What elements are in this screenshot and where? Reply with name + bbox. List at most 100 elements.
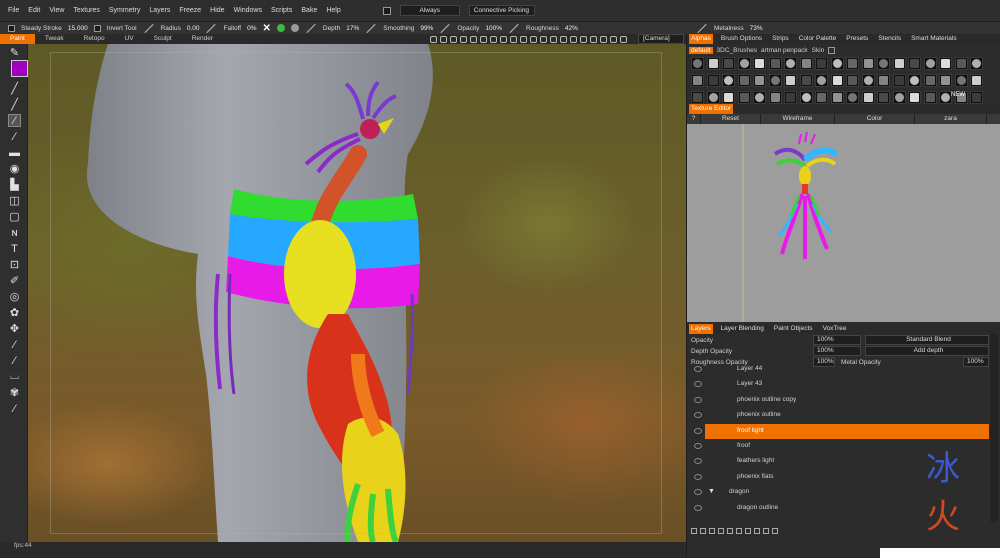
gray-sphere-icon[interactable]: [290, 24, 299, 32]
play-icon[interactable]: [620, 35, 627, 43]
alpha-brush-cell[interactable]: [784, 57, 797, 70]
close-x-icon[interactable]: ✕: [262, 23, 270, 34]
layer-opacity-value[interactable]: 100%: [813, 335, 861, 345]
layer-visibility-eye-icon[interactable]: [694, 427, 702, 434]
pencil-tool-icon[interactable]: ✎: [8, 46, 21, 59]
shape-tool-icon[interactable]: ✥: [8, 322, 21, 335]
alpha-brush-cell[interactable]: [830, 57, 844, 70]
stamp-tool-icon[interactable]: ▙: [8, 178, 21, 191]
globe-icon[interactable]: [610, 35, 617, 43]
menu-windows[interactable]: Windows: [234, 7, 262, 14]
alpha-brush-cell[interactable]: [753, 74, 766, 87]
blur-layer-icon[interactable]: [763, 528, 769, 534]
menu-edit[interactable]: Edit: [28, 7, 40, 14]
green-sphere-icon[interactable]: [276, 24, 285, 32]
tab-alphas[interactable]: Alphas: [689, 34, 713, 44]
transform-tool-icon[interactable]: ⊡: [8, 258, 21, 271]
camera-combo[interactable]: [Camera]: [638, 34, 684, 44]
alpha-brush-cell[interactable]: [892, 91, 906, 104]
ruler-tool-icon[interactable]: ⌴: [8, 370, 21, 383]
menu-layers[interactable]: Layers: [149, 7, 170, 14]
help-button[interactable]: ?: [687, 114, 701, 124]
reset-button[interactable]: Reset: [701, 114, 761, 124]
tab-presets[interactable]: Presets: [844, 34, 870, 44]
folder-icon[interactable]: [828, 46, 836, 54]
alpha-brush-cell[interactable]: [846, 91, 859, 104]
always-combo[interactable]: Always: [399, 5, 460, 16]
alpha-brush-cell[interactable]: [830, 74, 844, 87]
grid-icon[interactable]: [520, 35, 527, 43]
alpha-brush-cell[interactable]: [753, 57, 766, 70]
tab-tweak[interactable]: Tweak: [35, 34, 74, 44]
always-checkbox[interactable]: [382, 6, 391, 15]
alpha-brush-cell[interactable]: [753, 91, 766, 104]
alpha-brush-cell[interactable]: [861, 57, 875, 70]
alpha-brush-cell[interactable]: [892, 57, 906, 70]
layer-row[interactable]: Layer 44: [687, 362, 989, 377]
layer-row[interactable]: phoenix outline: [687, 408, 989, 423]
light-icon[interactable]: [590, 35, 597, 43]
falloff-value[interactable]: 0%: [247, 25, 256, 32]
steady-stroke-checkbox[interactable]: [8, 24, 15, 32]
invert-layer-icon[interactable]: [754, 528, 760, 534]
tab-texture-editor[interactable]: Texture Editor: [689, 104, 734, 114]
alpha-brush-cell[interactable]: [768, 74, 782, 87]
menu-bake[interactable]: Bake: [301, 7, 317, 14]
layer-visibility-eye-icon[interactable]: [694, 366, 702, 372]
alpha-brush-cell[interactable]: [939, 74, 952, 87]
menu-scripts[interactable]: Scripts: [271, 7, 292, 14]
viewport-3d[interactable]: [28, 44, 686, 542]
radius-value[interactable]: 0.00: [187, 25, 200, 32]
menu-symmetry[interactable]: Symmetry: [109, 7, 141, 14]
arrow-down-icon[interactable]: [450, 35, 457, 43]
roughness-value[interactable]: 42%: [565, 25, 578, 32]
line-tool-icon[interactable]: ╱: [8, 98, 21, 111]
blob-tool-icon[interactable]: ✿: [8, 306, 21, 319]
clear-layer-icon[interactable]: [736, 528, 742, 534]
layers-scrollbar[interactable]: [990, 334, 998, 522]
alpha-brush-cell[interactable]: [722, 74, 735, 87]
layer-visibility-eye-icon[interactable]: [694, 396, 702, 403]
copy-tool-icon[interactable]: ▢: [8, 210, 21, 223]
delete-layer-icon[interactable]: [700, 528, 706, 534]
layer-row[interactable]: froof light: [687, 423, 989, 439]
alpha-brush-cell[interactable]: [908, 57, 921, 70]
texture-editor[interactable]: ? Reset Wireframe Color zara: [687, 114, 1000, 322]
alpha-brush-cell[interactable]: [923, 57, 937, 70]
alpha-brush-cell[interactable]: [908, 74, 921, 87]
tab-retopo[interactable]: Retopo: [74, 34, 115, 44]
alpha-brush-cell[interactable]: [706, 57, 720, 70]
alpha-brush-cell[interactable]: [830, 91, 844, 104]
alpha-brush-cell[interactable]: [706, 91, 720, 104]
alpha-brush-cell[interactable]: [815, 91, 828, 104]
alpha-brush-cell[interactable]: [923, 74, 937, 87]
alpha-brush-cell[interactable]: [939, 57, 952, 70]
alpha-brush-cell[interactable]: [768, 91, 782, 104]
new-alpha-button[interactable]: NEW: [951, 92, 965, 98]
layer-visibility-eye-icon[interactable]: [694, 473, 702, 480]
folder-layer-icon[interactable]: [727, 528, 733, 534]
tab-strips[interactable]: Strips: [770, 34, 791, 44]
paint-tool-icon[interactable]: ⁄: [8, 114, 21, 127]
steady-stroke-value[interactable]: 15.000: [68, 25, 88, 32]
picker-tool-icon[interactable]: ⁄: [8, 338, 21, 351]
view-mode-icon[interactable]: [430, 35, 437, 43]
depth-mode-combo[interactable]: Add depth: [865, 346, 989, 356]
alpha-folder-skin[interactable]: Skin: [812, 47, 825, 54]
alpha-brush-cell[interactable]: [706, 74, 720, 87]
clone-tool-icon[interactable]: ◫: [8, 194, 21, 207]
alpha-brush-cell[interactable]: [815, 74, 828, 87]
alpha-brush-cell[interactable]: [691, 74, 704, 87]
alpha-brush-cell[interactable]: [737, 74, 751, 87]
drop-icon[interactable]: [460, 35, 467, 43]
color-combo[interactable]: Color: [835, 114, 915, 124]
invert-tool-checkbox[interactable]: [93, 24, 101, 32]
alpha-brush-cell[interactable]: [954, 57, 968, 70]
tab-color-palette[interactable]: Color Palette: [797, 34, 839, 44]
alpha-brush-cell[interactable]: [923, 91, 937, 104]
tab-paint[interactable]: Paint: [0, 34, 35, 44]
wireframe-button[interactable]: Wireframe: [761, 114, 835, 124]
tab-voxtree[interactable]: VoxTree: [821, 324, 849, 334]
tab-stencils[interactable]: Stencils: [876, 34, 903, 44]
rotate-icon[interactable]: [490, 35, 497, 43]
